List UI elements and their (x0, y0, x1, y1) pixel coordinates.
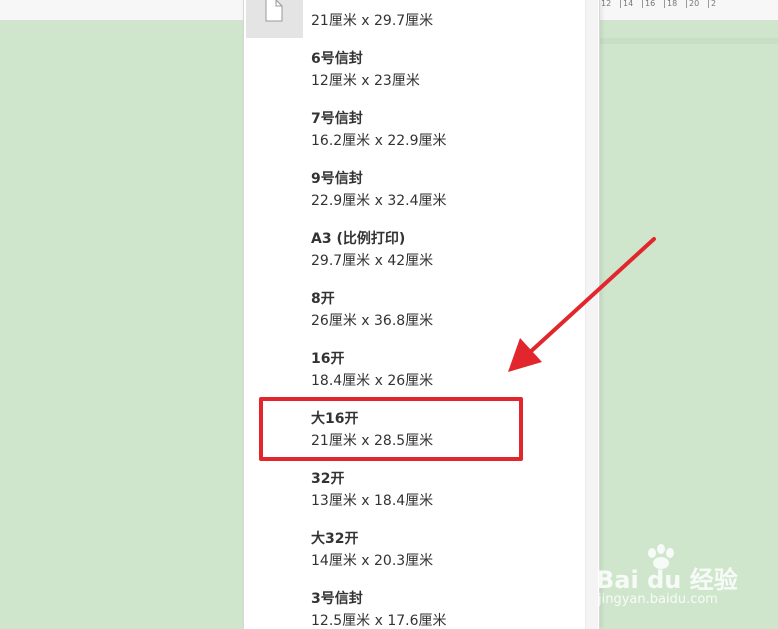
ruler-tick: 14 (620, 0, 642, 8)
ruler-tick: 18 (664, 0, 686, 8)
paper-size-name: 16开 (311, 351, 345, 367)
paper-size-dims: 26厘米 x 36.8厘米 (311, 313, 434, 329)
paper-size-name: 大32开 (311, 531, 359, 547)
ruler-tick: 2 (708, 0, 730, 8)
paper-size-item-a4[interactable]: A4 21厘米 x 29.7厘米 (244, 0, 585, 46)
highlight-box (259, 397, 523, 461)
paper-size-name: A3 (比例打印) (311, 231, 406, 247)
paper-size-item[interactable]: 大32开 14厘米 x 20.3厘米 (244, 526, 585, 586)
red-arrow-icon (508, 237, 656, 372)
watermark-url: jingyan.baidu.com (598, 592, 718, 607)
ruler-tick: 20 (686, 0, 708, 8)
paper-size-item[interactable]: 32开 13厘米 x 18.4厘米 (244, 466, 585, 526)
paper-size-dims: 12厘米 x 23厘米 (311, 73, 420, 89)
paper-size-item[interactable]: 7号信封 16.2厘米 x 22.9厘米 (244, 106, 585, 166)
horizontal-ruler: 12 14 16 18 20 2 (598, 0, 778, 8)
paper-size-dims: 12.5厘米 x 17.6厘米 (311, 613, 447, 629)
paper-size-name: A4 (311, 0, 332, 4)
paper-size-name: 7号信封 (311, 111, 363, 127)
paper-size-dims: 14厘米 x 20.3厘米 (311, 553, 434, 569)
paper-size-dims: 29.7厘米 x 42厘米 (311, 253, 434, 269)
paper-size-item[interactable]: 9号信封 22.9厘米 x 32.4厘米 (244, 166, 585, 226)
paper-size-name: 6号信封 (311, 51, 363, 67)
paper-size-item[interactable]: 3号信封 12.5厘米 x 17.6厘米 (244, 586, 585, 629)
document-edge (598, 38, 778, 44)
paper-size-dims: 21厘米 x 29.7厘米 (311, 13, 434, 29)
paper-size-name: 32开 (311, 471, 345, 487)
watermark-brand: Bai du 经验 (596, 566, 738, 594)
paper-size-item[interactable]: 6号信封 12厘米 x 23厘米 (244, 46, 585, 106)
paper-size-name: 3号信封 (311, 591, 363, 607)
paper-size-dims: 13厘米 x 18.4厘米 (311, 493, 434, 509)
paper-size-dims: 18.4厘米 x 26厘米 (311, 373, 434, 389)
ruler-tick: 16 (642, 0, 664, 8)
paper-size-name: 8开 (311, 291, 335, 307)
paper-size-name: 9号信封 (311, 171, 363, 187)
paper-size-dims: 22.9厘米 x 32.4厘米 (311, 193, 447, 209)
ruler-tick: 12 (598, 0, 620, 8)
baidu-watermark: Bai du 经验 jingyan.baidu.com (596, 544, 776, 614)
paper-size-dims: 16.2厘米 x 22.9厘米 (311, 133, 447, 149)
